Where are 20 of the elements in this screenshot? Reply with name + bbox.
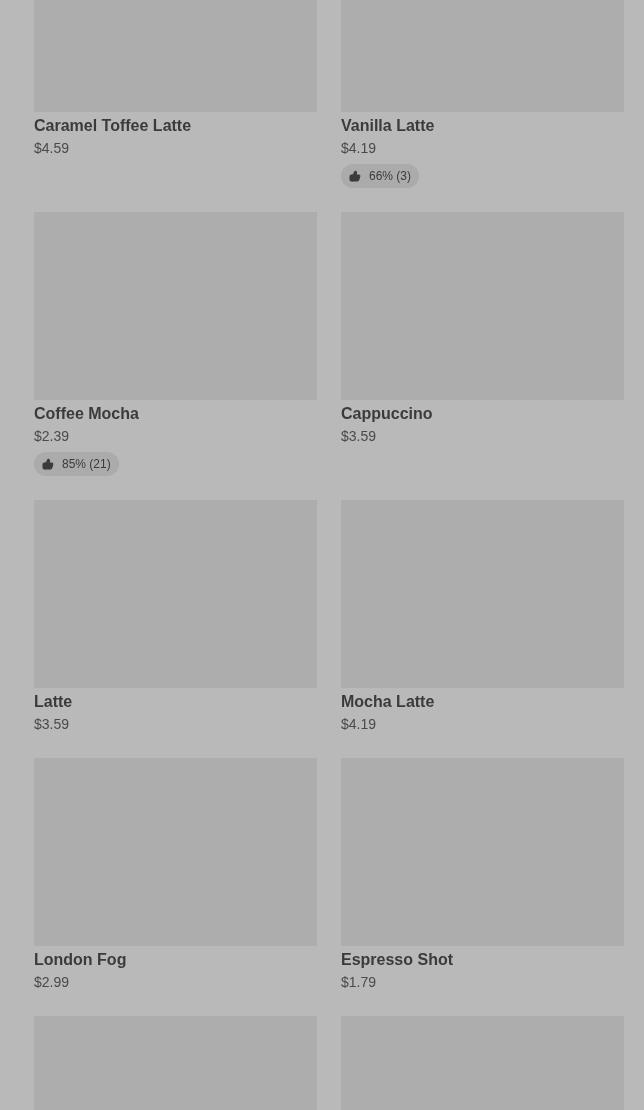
product-price: $3.59 (34, 715, 70, 734)
product-name: Coffee Mocha (34, 404, 139, 424)
product-name: Espresso Shot (341, 950, 454, 970)
product-price: $4.19 (341, 139, 377, 158)
product-price: $2.99 (34, 973, 70, 992)
rating-text: 66% (3) (369, 168, 412, 184)
product-name: Latte (34, 692, 73, 712)
product-price: $1.79 (341, 973, 377, 992)
product-price: $4.19 (341, 715, 377, 734)
product-name: Vanilla Latte (341, 116, 435, 136)
product-name: Caramel Toffee Latte (34, 116, 192, 136)
product-name: Cappuccino (341, 404, 433, 424)
product-name: Mocha Latte (341, 692, 435, 712)
product-price: $3.59 (341, 427, 377, 446)
thumbs-up-icon (42, 458, 54, 470)
product-price: $2.39 (34, 427, 70, 446)
product-name: London Fog (34, 950, 127, 970)
thumbs-up-icon (349, 170, 361, 182)
rating-text: 85% (21) (62, 456, 111, 472)
product-price: $4.59 (34, 139, 70, 158)
